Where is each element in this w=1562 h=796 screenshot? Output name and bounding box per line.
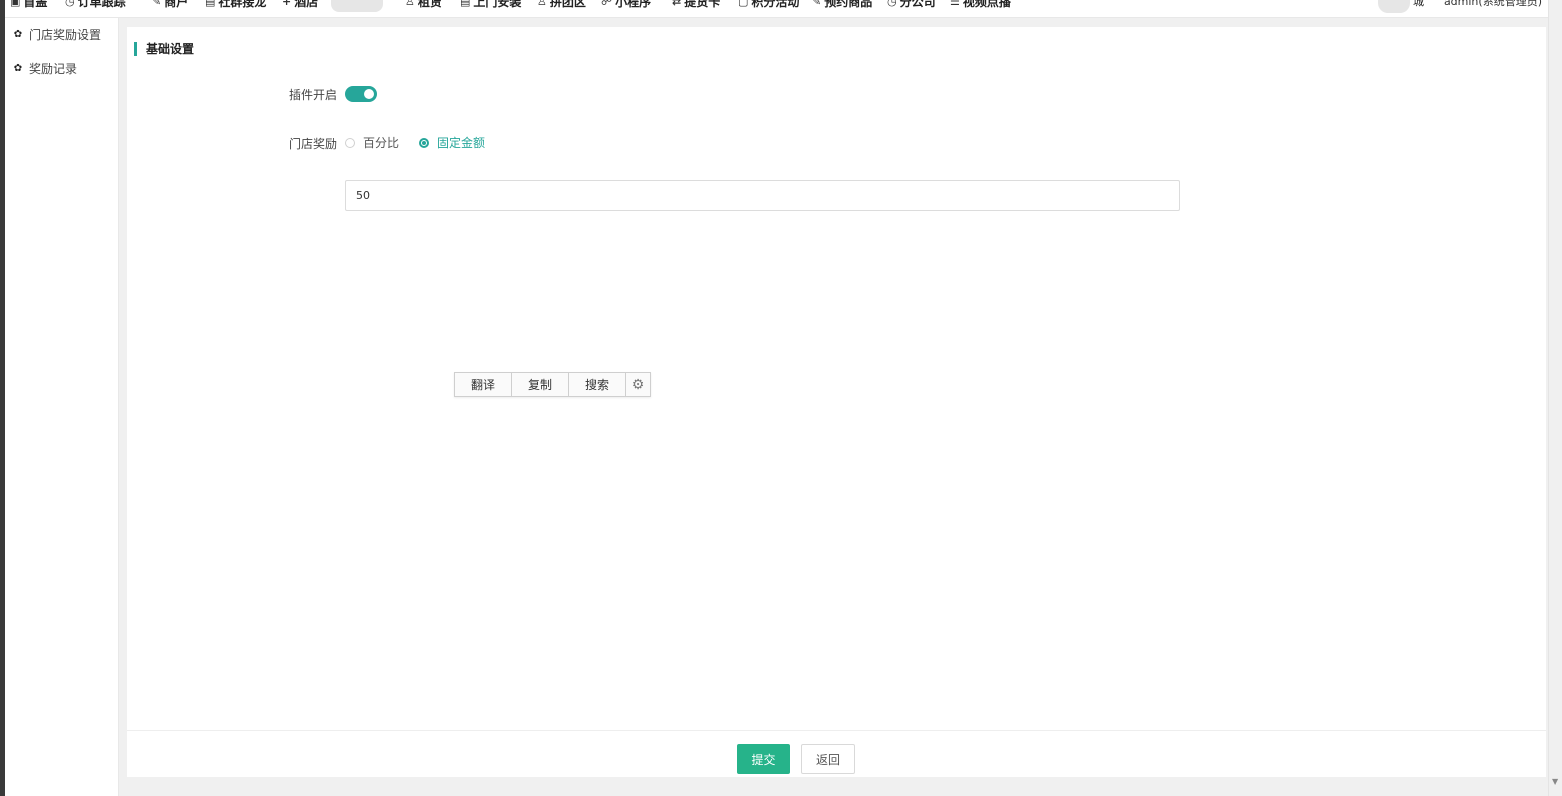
- nav-item-label: 社群接龙: [218, 0, 267, 9]
- store-reward-label: 门店奖励: [288, 137, 337, 151]
- form-footer: 提交 返回: [127, 730, 1546, 777]
- nav-item-label: 商户: [164, 0, 189, 9]
- nav-item-video[interactable]: ☰ 视频点播: [950, 0, 1011, 10]
- nav-item-label: 拼团区: [549, 0, 586, 9]
- nav-item-label: 提货卡: [684, 0, 721, 9]
- wrench-icon: ✎: [152, 0, 162, 8]
- radio-label: 百分比: [363, 136, 400, 150]
- nav-item-installation[interactable]: ▤ 上门安装: [460, 0, 521, 10]
- nav-item-label: 视频点播: [962, 0, 1011, 9]
- text-selection-popup: 翻译 复制 搜索 ⚙: [454, 372, 651, 397]
- toggle-knob: [364, 89, 374, 99]
- exchange-icon: ⇄: [672, 0, 682, 8]
- nav-item-home[interactable]: ▣ 首盖: [10, 0, 47, 10]
- right-nav-text[interactable]: 城: [1413, 0, 1424, 9]
- link-icon: ☍: [601, 0, 613, 8]
- top-navigation: ▣ 首盖 ◷ 订单跟踪 ✎ 商户 ▤ 社群接龙 + 酒店 ♙ 租赁 ▤ 上门安装…: [5, 0, 1548, 18]
- nav-item-merchant[interactable]: ✎ 商户: [152, 0, 188, 10]
- clock-icon: ◷: [887, 0, 897, 8]
- copy-button[interactable]: 复制: [512, 373, 569, 396]
- nav-item-label: 上门安装: [473, 0, 522, 9]
- clock-icon: ◷: [65, 0, 75, 8]
- blurred-avatar: [1378, 0, 1410, 13]
- nav-item-label: 租赁: [417, 0, 442, 9]
- nav-item-rental[interactable]: ♙ 租赁: [405, 0, 442, 10]
- sidebar-item-reward-records[interactable]: ✿ 奖励记录: [13, 60, 77, 77]
- wrench-icon: ✎: [812, 0, 822, 8]
- main-panel: 基础设置 插件开启 门店奖励 百分比 固定金额 翻译 复制 搜索 ⚙ 提交 返回: [127, 27, 1546, 777]
- nav-item-order-tracking[interactable]: ◷ 订单跟踪: [65, 0, 126, 10]
- section-title: 基础设置: [134, 42, 194, 56]
- gear-icon[interactable]: ⚙: [626, 373, 650, 396]
- search-button[interactable]: 搜索: [569, 373, 626, 396]
- radio-fixed-amount[interactable]: 固定金额: [419, 134, 485, 151]
- doc-icon: ▢: [738, 0, 749, 8]
- home-icon: ▣: [10, 0, 21, 8]
- plugin-enable-toggle[interactable]: [345, 86, 377, 102]
- nav-item-group-buy[interactable]: ♙ 拼团区: [537, 0, 586, 10]
- blurred-nav-item: [331, 0, 383, 12]
- store-reward-radio-group: 百分比 固定金额: [345, 134, 505, 151]
- nav-item-hotel[interactable]: + 酒店: [282, 0, 318, 10]
- nav-item-label: 小程序: [615, 0, 652, 9]
- nav-item-label: 首盖: [23, 0, 48, 9]
- chart-icon: ▤: [205, 0, 216, 8]
- nav-item-label: 订单跟踪: [77, 0, 126, 9]
- radio-checked-icon: [419, 137, 430, 148]
- sidebar: ✿ 门店奖励设置 ✿ 奖励记录: [5, 18, 119, 796]
- page-scrollbar[interactable]: ▼: [1548, 0, 1562, 796]
- sidebar-item-store-reward-settings[interactable]: ✿ 门店奖励设置: [13, 26, 101, 43]
- chart-icon: ▤: [460, 0, 471, 8]
- plus-icon: +: [282, 0, 292, 8]
- scroll-down-icon[interactable]: ▼: [1552, 777, 1558, 786]
- user-menu[interactable]: admin(系统管理员): [1444, 0, 1542, 9]
- user-icon: ♙: [537, 0, 547, 8]
- gear-icon: ✿: [13, 29, 23, 40]
- submit-button[interactable]: 提交: [737, 744, 790, 774]
- nav-item-mini-program[interactable]: ☍ 小程序: [601, 0, 651, 10]
- radio-circle-icon: [345, 137, 355, 148]
- nav-item-label: 积分活动: [751, 0, 800, 9]
- sidebar-item-label: 门店奖励设置: [29, 28, 102, 42]
- menu-icon: ☰: [950, 0, 960, 8]
- radio-label: 固定金额: [437, 136, 486, 150]
- user-icon: ♙: [405, 0, 415, 8]
- nav-item-label: 预约商品: [824, 0, 873, 9]
- fixed-amount-input[interactable]: [345, 180, 1180, 211]
- nav-item-points-activity[interactable]: ▢ 积分活动: [738, 0, 799, 10]
- radio-percentage[interactable]: 百分比: [345, 134, 399, 151]
- translate-button[interactable]: 翻译: [455, 373, 512, 396]
- nav-item-branch[interactable]: ◷ 分公司: [887, 0, 936, 10]
- nav-item-group-relay[interactable]: ▤ 社群接龙: [205, 0, 266, 10]
- nav-item-label: 酒店: [294, 0, 319, 9]
- back-button[interactable]: 返回: [801, 744, 855, 774]
- gear-icon: ✿: [13, 63, 23, 74]
- nav-item-reserve-goods[interactable]: ✎ 预约商品: [812, 0, 872, 10]
- nav-item-label: 分公司: [899, 0, 936, 9]
- sidebar-item-label: 奖励记录: [29, 62, 78, 76]
- plugin-enable-label: 插件开启: [288, 88, 337, 102]
- nav-item-pickup-card[interactable]: ⇄ 提货卡: [672, 0, 720, 10]
